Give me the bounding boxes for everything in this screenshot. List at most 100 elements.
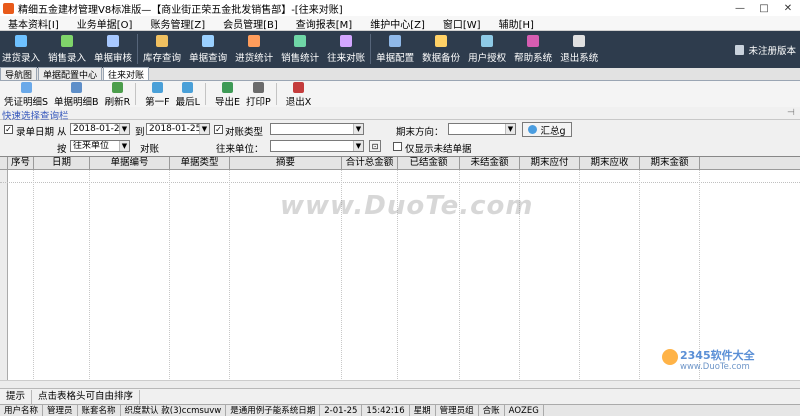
column-header[interactable]: 单据类型 [170, 157, 230, 170]
document-review-button[interactable]: 单据审核 [94, 31, 132, 64]
register-status[interactable]: 未注册版本 [735, 43, 796, 57]
data-backup-label: 数据备份 [422, 53, 461, 64]
record-date-checkbox[interactable]: ✓ [4, 125, 13, 134]
menu-business-docs[interactable]: 业务单据[O] [68, 16, 142, 31]
menu-reports[interactable]: 查询报表[M] [287, 16, 361, 31]
data-backup-button[interactable]: 数据备份 [422, 31, 460, 64]
period-direction-label: 期末方向： [396, 127, 444, 138]
column-header[interactable]: 合计总金额 [342, 157, 398, 170]
exit-button[interactable]: 退出X [285, 81, 312, 108]
purchase-entry-button[interactable]: 进货录入 [2, 31, 40, 64]
info-field: 是通用例子能系统日期 [226, 405, 321, 416]
partner-label: 往来单位： [216, 144, 264, 155]
close-button[interactable]: ✕ [776, 0, 800, 16]
info-field: 合账 [479, 405, 505, 416]
menu-window[interactable]: 窗口[W] [434, 16, 490, 31]
maximize-button[interactable]: □ [752, 0, 776, 16]
hint-text: 点击表格头可自由排序 [32, 389, 141, 404]
column-header[interactable]: 已结金额 [398, 157, 460, 170]
stock-query-icon [156, 35, 169, 47]
title-bar: 精细五金建材管理V8标准版—【商业街正荣五金批发销售部】-[往来对账] — □ … [0, 0, 800, 16]
stock-query-button[interactable]: 库存查询 [143, 31, 181, 64]
column-header[interactable]: 未结金额 [460, 157, 520, 170]
by-select[interactable]: 往来单位 ▼ [70, 140, 130, 152]
period-direction-select[interactable]: ▼ [448, 123, 516, 135]
document-config-label: 单据配置 [376, 53, 415, 64]
column-header[interactable]: 摘要 [230, 157, 342, 170]
sales-stats-button[interactable]: 销售统计 [281, 31, 319, 64]
window-controls: — □ ✕ [728, 0, 800, 16]
sales-entry-button[interactable]: 销售录入 [48, 31, 86, 64]
tab-document-config[interactable]: 单据配置中心 [38, 67, 103, 81]
printer-icon [252, 82, 264, 93]
app-icon [3, 2, 14, 14]
print-button[interactable]: 打印P [246, 81, 271, 108]
sales-stats-icon [294, 35, 307, 47]
column-header[interactable]: 序号 [8, 157, 34, 170]
last-record-label: 最后L [175, 97, 200, 108]
toolbar-divider [137, 34, 139, 64]
help-system-button[interactable]: 帮助系统 [514, 31, 552, 64]
column-divider [89, 170, 90, 389]
user-auth-icon [481, 35, 494, 47]
tab-reconciliation[interactable]: 往来对账 [103, 67, 150, 81]
voucher-detail-button[interactable]: 凭证明细S [4, 81, 48, 108]
toolbar-divider [204, 83, 206, 105]
column-header[interactable]: 日期 [34, 157, 90, 170]
document-tabs: 导航图 单据配置中心 往来对账 [0, 67, 800, 81]
help-system-icon [527, 35, 540, 47]
summary-button[interactable]: 汇总g [522, 122, 572, 137]
pin-icon[interactable]: ⊣ [787, 108, 796, 118]
column-header[interactable]: 期末应付 [520, 157, 580, 170]
reconciliation-button[interactable]: 往来对账 [327, 31, 365, 64]
brand-mascot-icon [662, 349, 678, 365]
minimize-button[interactable]: — [728, 0, 752, 16]
data-backup-icon [435, 35, 448, 47]
chevron-down-icon: ▼ [505, 124, 515, 134]
menu-accounts[interactable]: 账务管理[Z] [141, 16, 214, 31]
table-row[interactable] [0, 170, 800, 183]
first-record-button[interactable]: 第一F [145, 81, 170, 108]
chevron-down-icon: ▼ [119, 124, 129, 134]
document-query-button[interactable]: 单据查询 [189, 31, 227, 64]
exit-system-button[interactable]: 退出系统 [560, 31, 598, 64]
partner-select[interactable]: ▼ [270, 140, 364, 152]
chevron-down-icon: ▼ [353, 124, 363, 134]
column-header[interactable]: 期末金额 [640, 157, 700, 170]
tab-navigation[interactable]: 导航图 [0, 67, 38, 81]
partner-lookup-button[interactable]: ⊡ [369, 140, 381, 152]
info-field: 织度默认 款(3)ccmsuvw [121, 405, 227, 416]
export-button[interactable]: 导出E [215, 81, 240, 108]
summary-label: 汇总g [540, 125, 566, 137]
column-header[interactable]: 单据编号 [90, 157, 170, 170]
column-header[interactable]: 期末应收 [580, 157, 640, 170]
object-type-checkbox[interactable]: ✓ [214, 125, 223, 134]
object-type-select[interactable]: ▼ [270, 123, 364, 135]
purchase-stats-button[interactable]: 进货统计 [235, 31, 273, 64]
menu-maintenance[interactable]: 维护中心[Z] [361, 16, 434, 31]
info-field: 2-01-25 [320, 405, 363, 416]
sales-entry-icon [61, 35, 74, 47]
watermark-text: www.DuoTe.com [280, 191, 534, 221]
info-field: 用户名称 [0, 405, 44, 416]
horizontal-scrollbar[interactable] [0, 380, 800, 388]
unsettled-only-checkbox[interactable] [393, 142, 402, 151]
user-auth-button[interactable]: 用户授权 [468, 31, 506, 64]
menu-members[interactable]: 会员管理[B] [214, 16, 287, 31]
sub-toolbar: 凭证明细S 单据明细B 刷新R 第一F 最后L 导出E 打印P 退出X [0, 81, 800, 108]
reconciliation-icon [340, 35, 353, 47]
menu-basic-data[interactable]: 基本资料[I] [0, 16, 68, 31]
exit-system-icon [573, 35, 586, 47]
refresh-button[interactable]: 刷新R [105, 81, 130, 108]
date-from-value: 2018-01-25 [73, 124, 126, 134]
date-to-picker[interactable]: 2018-01-25 ▼ [146, 123, 210, 135]
document-config-button[interactable]: 单据配置 [376, 31, 414, 64]
column-divider [33, 170, 34, 389]
date-from-picker[interactable]: 2018-01-25 ▼ [70, 123, 130, 135]
document-detail-button[interactable]: 单据明细B [54, 81, 99, 108]
exit-label: 退出X [285, 97, 312, 108]
user-auth-label: 用户授权 [468, 53, 507, 64]
menu-help[interactable]: 辅助[H] [490, 16, 543, 31]
document-review-label: 单据审核 [94, 53, 133, 64]
last-record-button[interactable]: 最后L [176, 81, 200, 108]
